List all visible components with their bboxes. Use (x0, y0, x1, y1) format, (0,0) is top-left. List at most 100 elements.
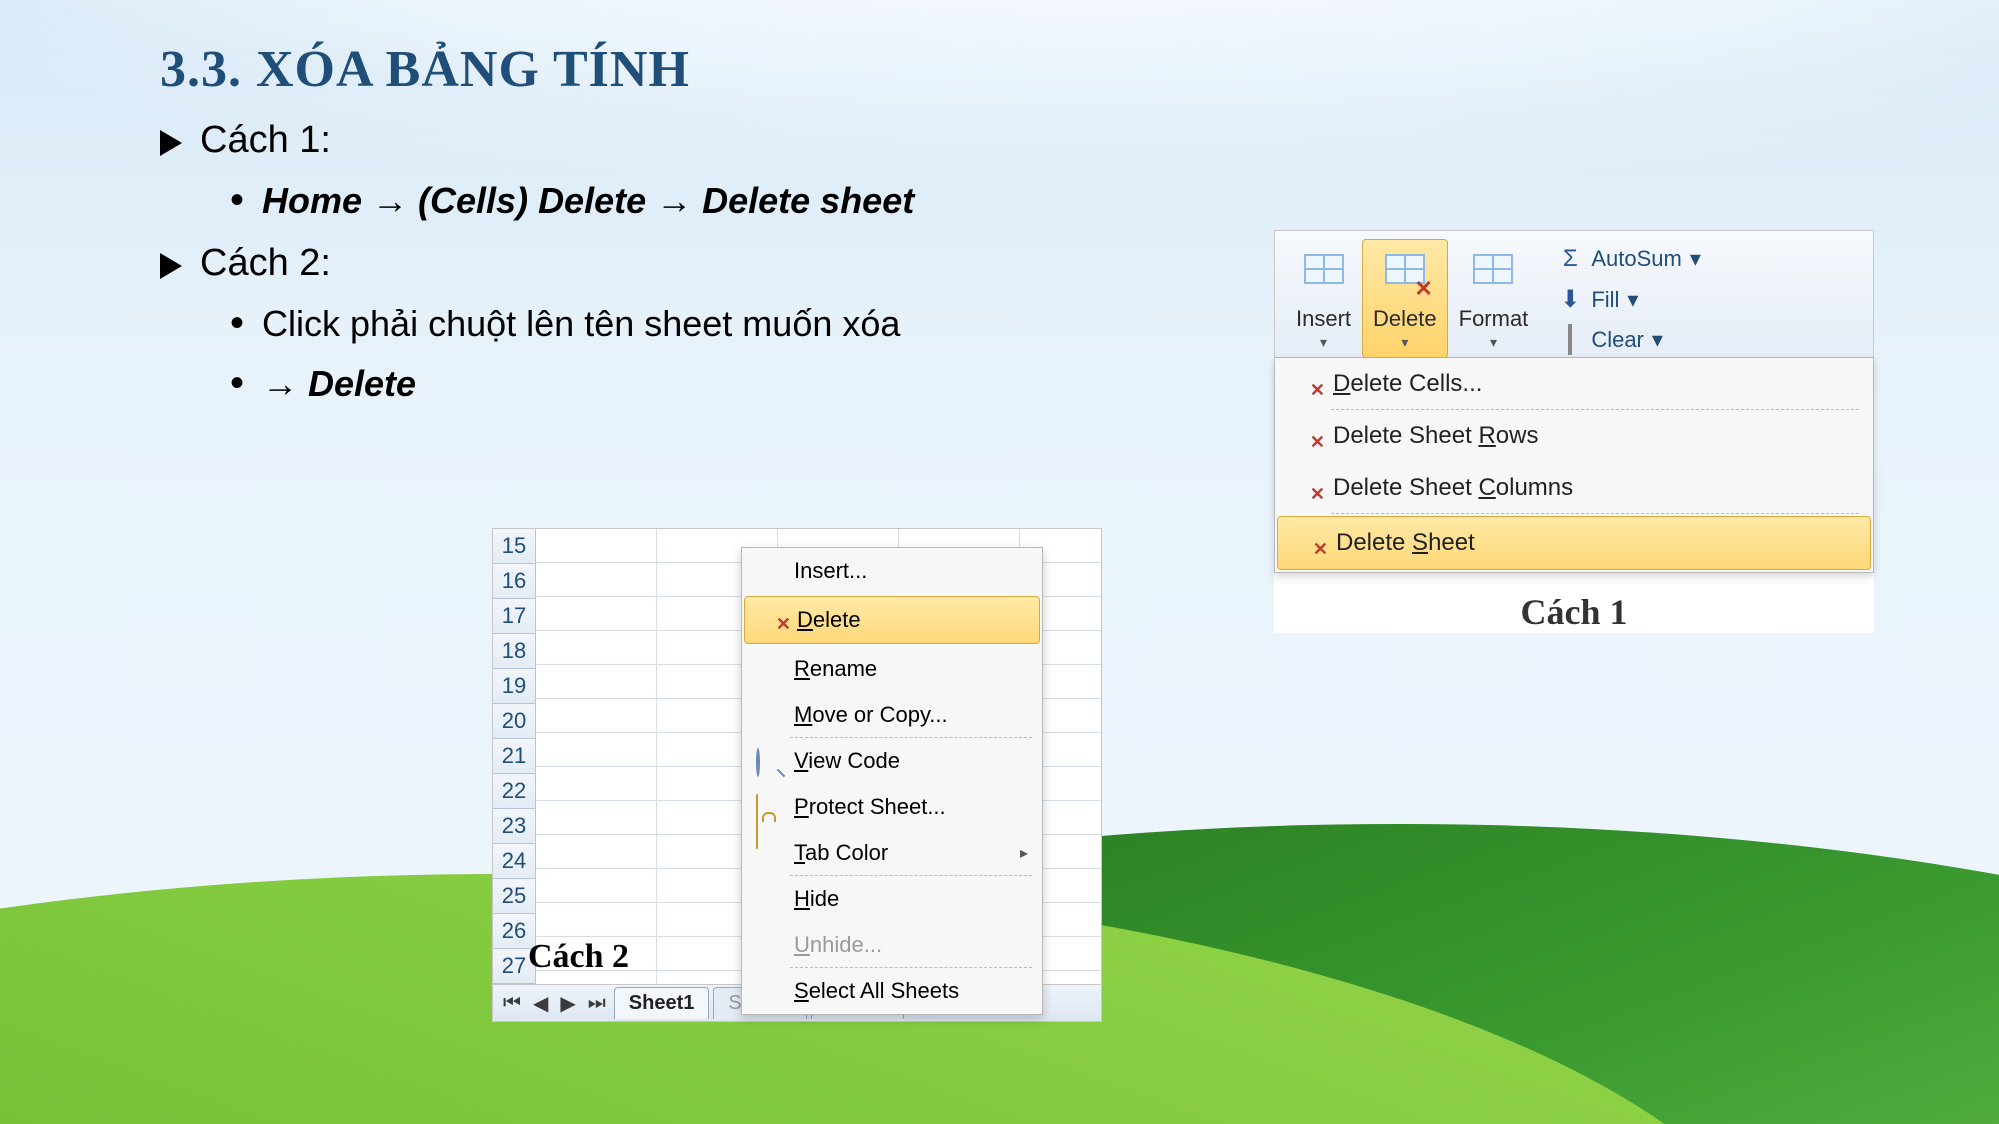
dropdown-arrow-icon[interactable]: ▾ (1459, 334, 1529, 351)
menu-item-rename[interactable]: Rename (742, 646, 1042, 692)
sheet-tab-active[interactable]: Sheet1 (614, 987, 710, 1019)
ribbon-delete-button[interactable]: ✕ Delete ▾ (1362, 239, 1448, 358)
row-header[interactable]: 20 (493, 704, 536, 739)
row-header[interactable]: 25 (493, 879, 536, 914)
bullet-icon (160, 130, 182, 156)
row-header[interactable]: 21 (493, 739, 536, 774)
bullet-icon: • (230, 303, 244, 343)
ribbon-clear-button[interactable]: Clear ▾ (1557, 326, 1701, 354)
menu-item-label: Tab Color (794, 840, 888, 866)
ribbon-editing-group: Σ AutoSum ▾ ⬇ Fill ▾ Clear ▾ (1557, 239, 1701, 354)
menu-item-label: Delete Sheet Rows (1333, 422, 1538, 450)
menu-item-delete-cells[interactable]: ✕ Delete Cells... (1275, 358, 1873, 410)
delete-cells-icon: ✕ (1381, 254, 1429, 302)
row-header[interactable]: 18 (493, 634, 536, 669)
ribbon-format-button[interactable]: Format ▾ (1448, 239, 1540, 358)
tab-nav-first-icon[interactable]: ⏮ (499, 992, 525, 1015)
menu-item-label: Protect Sheet... (794, 794, 946, 820)
fill-down-icon: ⬇ (1557, 285, 1583, 314)
blank-icon (756, 888, 782, 910)
menu-item-delete[interactable]: ✕ Delete (744, 596, 1040, 644)
dropdown-arrow-icon[interactable]: ▾ (1652, 327, 1663, 353)
submenu-arrow-icon: ▸ (1020, 843, 1028, 863)
row-header[interactable]: 15 (493, 529, 536, 564)
menu-item-tab-color[interactable]: Tab Color ▸ (742, 830, 1042, 876)
menu-item-label: Delete Cells... (1333, 370, 1482, 398)
delete-columns-icon: ✕ (1289, 475, 1319, 501)
row-header[interactable]: 17 (493, 599, 536, 634)
blank-icon (756, 842, 782, 864)
ribbon-button-label: Delete (1373, 306, 1437, 332)
menu-item-select-all-sheets[interactable]: Select All Sheets (742, 968, 1042, 1014)
delete-sheet-icon: ✕ (1292, 530, 1322, 556)
menu-item-move-copy[interactable]: Move or Copy... (742, 692, 1042, 738)
slide-title: 3.3. XÓA BẢNG TÍNH (160, 40, 1860, 99)
dropdown-arrow-icon[interactable]: ▾ (1373, 334, 1437, 351)
bullet-text: Cách 1: (200, 119, 331, 162)
ribbon-button-label: Clear (1591, 327, 1644, 353)
bullet-icon: • (230, 180, 244, 220)
menu-item-label: Delete Sheet Columns (1333, 474, 1573, 502)
menu-item-delete-sheet[interactable]: ✕ Delete Sheet (1277, 516, 1871, 570)
delete-cells-icon: ✕ (1289, 371, 1319, 397)
ribbon-autosum-button[interactable]: Σ AutoSum ▾ (1557, 245, 1701, 273)
bullet-cach-1-step: • Home → (Cells) Delete → Delete sheet (230, 180, 1860, 222)
insert-cells-icon (1300, 254, 1348, 302)
row-header[interactable]: 22 (493, 774, 536, 809)
figure-caption-right: Cách 1 (1274, 591, 1874, 633)
figure-caption-left: Cách 2 (528, 938, 629, 976)
tab-nav-prev-icon[interactable]: ◀ (529, 991, 552, 1016)
bullet-text: Click phải chuột lên tên sheet muốn xóa (262, 303, 900, 345)
blank-icon (756, 704, 782, 726)
menu-item-label: Delete Sheet (1336, 529, 1475, 557)
tab-nav-next-icon[interactable]: ▶ (556, 991, 579, 1016)
spreadsheet-grid: 15 16 17 18 19 20 21 22 23 24 25 26 27 I… (492, 528, 1102, 985)
format-cells-icon (1469, 254, 1517, 302)
bullet-cach-1: Cách 1: (160, 119, 1860, 162)
row-header[interactable]: 16 (493, 564, 536, 599)
menu-item-hide[interactable]: Hide (742, 876, 1042, 922)
menu-item-label: View Code (794, 748, 900, 774)
bullet-icon (160, 253, 182, 279)
menu-item-label: Hide (794, 886, 839, 912)
dropdown-arrow-icon[interactable]: ▾ (1296, 334, 1351, 351)
figure-ribbon-delete: Insert ▾ ✕ Delete ▾ Format ▾ Σ AutoSum ▾ (1274, 230, 1874, 633)
eraser-icon (1557, 326, 1583, 354)
bullet-text: → Delete (262, 363, 416, 405)
bullet-text: Home → (Cells) Delete → Delete sheet (262, 180, 914, 222)
menu-item-view-code[interactable]: View Code (742, 738, 1042, 784)
menu-item-unhide: Unhide... (742, 922, 1042, 968)
menu-item-label: Insert... (794, 558, 867, 584)
row-header[interactable]: 19 (493, 669, 536, 704)
blank-icon (756, 980, 782, 1002)
dropdown-arrow-icon[interactable]: ▾ (1627, 287, 1638, 313)
blank-icon (756, 658, 782, 680)
row-header-column: 15 16 17 18 19 20 21 22 23 24 25 26 27 (493, 529, 536, 984)
delete-dropdown-menu: ✕ Delete Cells... ✕ Delete Sheet Rows ✕ … (1274, 357, 1874, 573)
ribbon-insert-button[interactable]: Insert ▾ (1285, 239, 1362, 358)
menu-item-protect-sheet[interactable]: Protect Sheet... (742, 784, 1042, 830)
dropdown-arrow-icon[interactable]: ▾ (1690, 246, 1701, 272)
bullet-text: Cách 2: (200, 242, 331, 285)
sigma-icon: Σ (1557, 245, 1583, 273)
ribbon-fill-button[interactable]: ⬇ Fill ▾ (1557, 285, 1701, 314)
ribbon-cells-group: Insert ▾ ✕ Delete ▾ Format ▾ Σ AutoSum ▾ (1274, 230, 1874, 359)
ribbon-button-label: Fill (1591, 287, 1619, 313)
row-header[interactable]: 23 (493, 809, 536, 844)
menu-item-label: Unhide... (794, 932, 882, 958)
view-code-icon (756, 750, 782, 772)
blank-icon (756, 934, 782, 956)
ribbon-button-label: Insert (1296, 306, 1351, 332)
bullet-icon: • (230, 363, 244, 403)
row-header[interactable]: 24 (493, 844, 536, 879)
insert-sheet-icon (756, 560, 782, 582)
menu-item-label: Rename (794, 656, 877, 682)
delete-sheet-icon: ✕ (759, 609, 785, 631)
menu-item-delete-columns[interactable]: ✕ Delete Sheet Columns (1275, 462, 1873, 514)
sheet-context-menu: Insert... ✕ Delete Rename Move or Copy..… (741, 547, 1043, 1015)
menu-item-label: Move or Copy... (794, 702, 948, 728)
delete-rows-icon: ✕ (1289, 423, 1319, 449)
tab-nav-last-icon[interactable]: ⏭ (584, 992, 610, 1015)
menu-item-delete-rows[interactable]: ✕ Delete Sheet Rows (1275, 410, 1873, 462)
menu-item-insert[interactable]: Insert... (742, 548, 1042, 594)
